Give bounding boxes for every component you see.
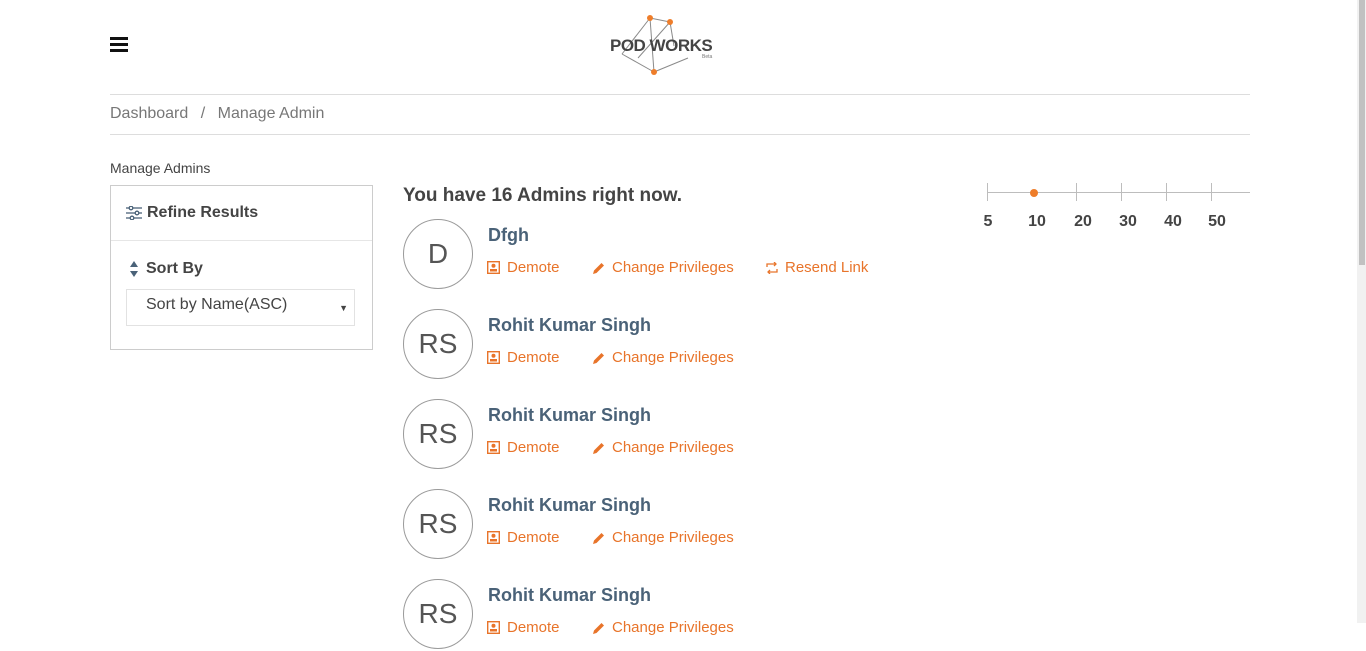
page-size-option[interactable]: 5 [984,213,993,231]
sidebar-title: Manage Admins [110,160,211,176]
change-privileges-button[interactable]: Change Privileges [593,259,734,276]
page-size-option[interactable]: 30 [1119,213,1137,231]
page-size-slider[interactable]: 5 10 20 30 40 50 [984,180,1250,231]
pencil-icon [593,622,604,634]
admin-name[interactable]: Rohit Kumar Singh [488,495,651,516]
avatar: RS [403,399,473,469]
demote-icon [487,261,500,274]
demote-button[interactable]: Demote [487,619,560,636]
avatar: RS [403,309,473,379]
demote-button[interactable]: Demote [487,529,560,546]
change-privileges-label: Change Privileges [612,439,734,456]
scrollbar-thumb[interactable] [1359,0,1365,265]
avatar: D [403,219,473,289]
refine-header[interactable]: Refine Results [111,186,372,241]
admin-row: RS Rohit Kumar Singh Demote Change Privi… [403,399,963,471]
chevron-down-icon: ▼ [339,303,348,313]
logo: POD WORKS Beta [608,14,720,76]
demote-label: Demote [507,619,560,636]
admin-name[interactable]: Rohit Kumar Singh [488,405,651,426]
demote-icon [487,351,500,364]
slider-tick [1076,183,1077,201]
slider-tick [1166,183,1167,201]
demote-button[interactable]: Demote [487,439,560,456]
admin-row: D Dfgh Demote Change Privileges Resend L… [403,219,963,291]
page-size-option[interactable]: 10 [1028,213,1046,231]
change-privileges-button[interactable]: Change Privileges [593,619,734,636]
avatar: RS [403,579,473,649]
change-privileges-button[interactable]: Change Privileges [593,439,734,456]
divider [110,94,1250,95]
page-size-option[interactable]: 40 [1164,213,1182,231]
demote-icon [487,441,500,454]
refine-label: Refine Results [147,204,259,221]
sliders-icon [126,206,142,220]
admin-count-title: You have 16 Admins right now. [403,185,683,206]
resend-link-label: Resend Link [785,259,869,276]
demote-label: Demote [507,529,560,546]
admin-row: RS Rohit Kumar Singh Demote Change Privi… [403,309,963,381]
admin-row: RS Rohit Kumar Singh Demote Change Privi… [403,489,963,561]
pencil-icon [593,532,604,544]
admin-name[interactable]: Rohit Kumar Singh [488,315,651,336]
refine-panel: Refine Results Sort By Sort by Name(ASC)… [110,185,373,350]
admin-name[interactable]: Rohit Kumar Singh [488,585,651,606]
admin-row: RS Rohit Kumar Singh Demote Change Privi… [403,579,963,651]
demote-icon [487,531,500,544]
change-privileges-label: Change Privileges [612,619,734,636]
sort-select[interactable]: Sort by Name(ASC) ▼ [126,289,355,326]
change-privileges-label: Change Privileges [612,529,734,546]
sort-by-heading: Sort By [130,260,203,278]
sort-label: Sort By [146,260,203,277]
avatar: RS [403,489,473,559]
change-privileges-button[interactable]: Change Privileges [593,529,734,546]
logo-subtext: Beta [702,54,713,60]
slider-tick [1121,183,1122,201]
refresh-icon [766,261,778,274]
scrollbar-track[interactable] [1357,0,1366,623]
breadcrumb-current: Manage Admin [217,105,325,122]
pencil-icon [593,262,604,274]
demote-label: Demote [507,349,560,366]
change-privileges-button[interactable]: Change Privileges [593,349,734,366]
hamburger-menu-icon[interactable] [110,37,128,53]
demote-button[interactable]: Demote [487,349,560,366]
breadcrumb-separator: / [200,105,206,122]
breadcrumb-dashboard[interactable]: Dashboard [110,105,188,122]
slider-tick [987,183,988,201]
admin-name[interactable]: Dfgh [488,225,529,246]
sort-icon [130,261,138,277]
pencil-icon [593,442,604,454]
resend-link-button[interactable]: Resend Link [766,259,868,276]
demote-button[interactable]: Demote [487,259,560,276]
demote-label: Demote [507,439,560,456]
breadcrumb: Dashboard / Manage Admin [110,105,324,123]
demote-label: Demote [507,259,560,276]
change-privileges-label: Change Privileges [612,349,734,366]
slider-handle[interactable] [1030,189,1038,197]
page-size-option[interactable]: 20 [1074,213,1092,231]
sort-select-value: Sort by Name(ASC) [146,296,288,313]
change-privileges-label: Change Privileges [612,259,734,276]
slider-tick [1211,183,1212,201]
logo-text: POD WORKS [610,36,713,55]
divider [110,134,1250,135]
pencil-icon [593,352,604,364]
page-size-option[interactable]: 50 [1208,213,1226,231]
